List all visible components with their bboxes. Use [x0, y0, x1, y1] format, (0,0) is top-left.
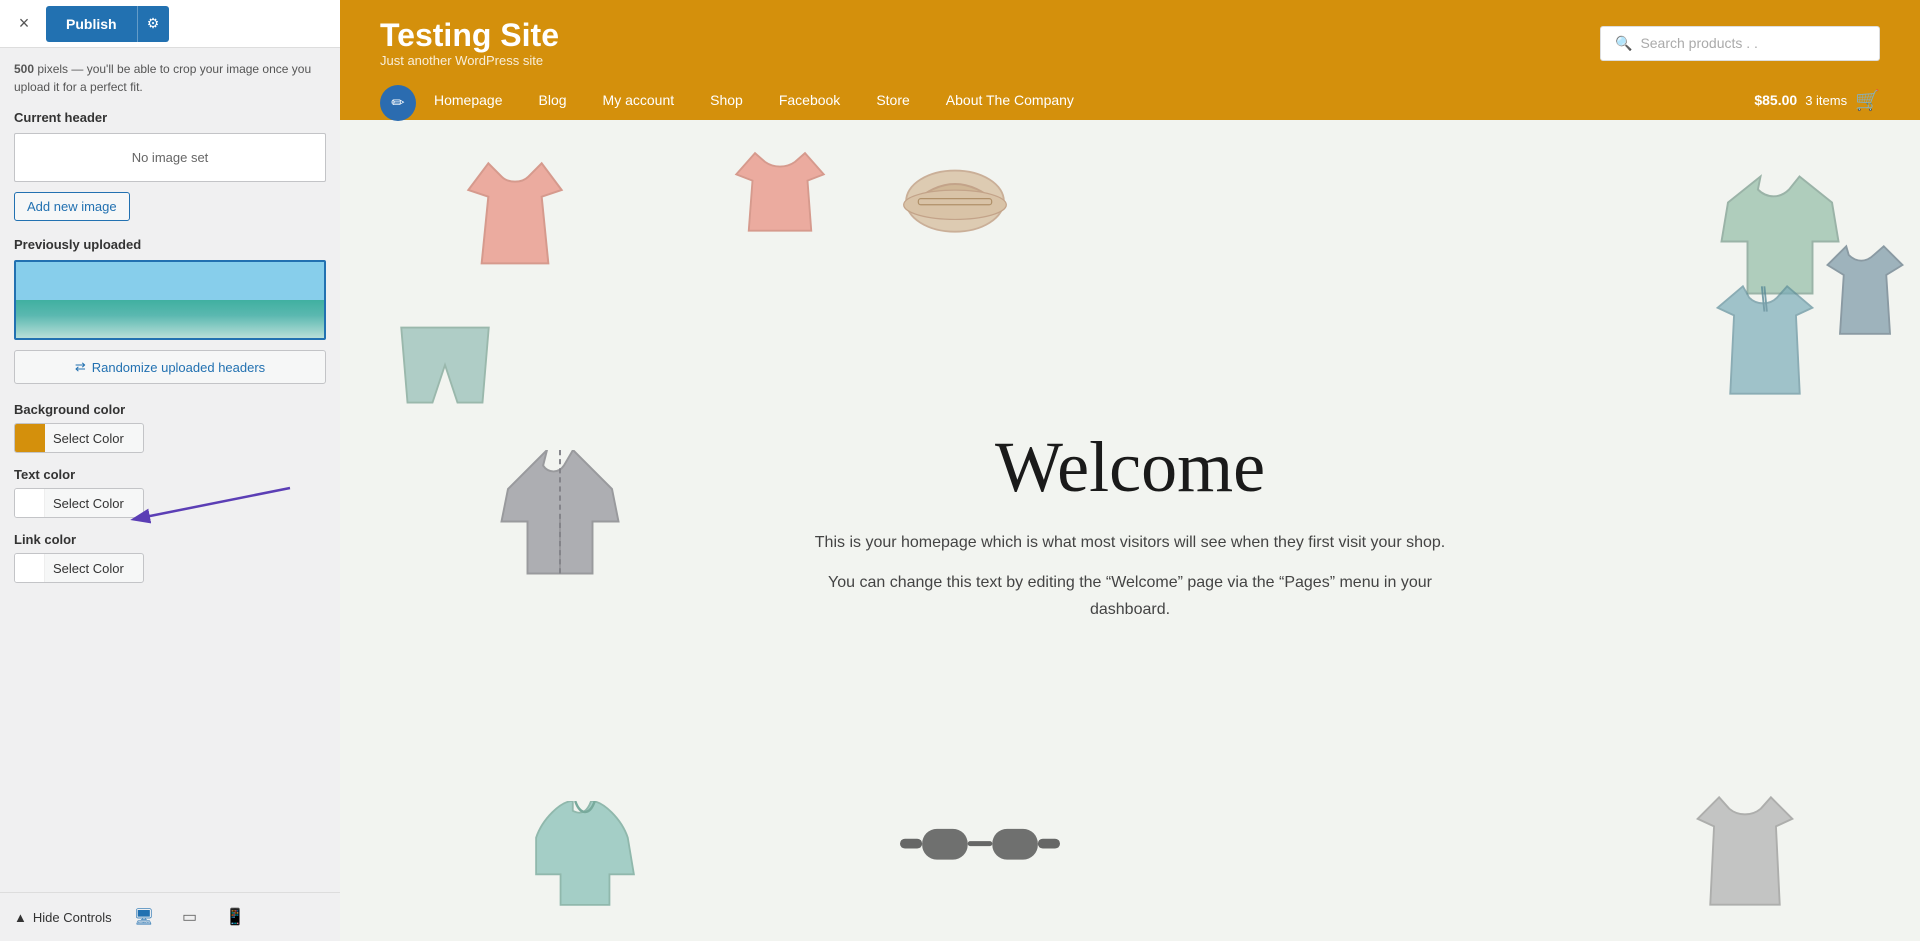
- close-button[interactable]: ×: [10, 10, 38, 38]
- clothing-item-8: [1710, 280, 1820, 400]
- site-title: Testing Site: [380, 18, 559, 53]
- clothing-item-10: [900, 811, 1060, 891]
- welcome-text-2: You can change this text by editing the …: [810, 569, 1450, 623]
- clothing-item-5: [1820, 240, 1910, 340]
- welcome-title: Welcome: [810, 426, 1450, 509]
- link-color-section: Link color Select Color: [14, 532, 326, 583]
- link-color-button[interactable]: Select Color: [14, 553, 144, 583]
- nav-item-blog[interactable]: Blog: [521, 80, 585, 120]
- background-color-swatch: [15, 423, 45, 453]
- welcome-text-1: This is your homepage which is what most…: [810, 529, 1450, 556]
- clothing-item-11: [1690, 791, 1800, 911]
- text-color-section: Text color Select Color: [14, 467, 326, 518]
- current-header-label: Current header: [14, 110, 326, 125]
- edit-pencil-button[interactable]: ✏: [380, 85, 416, 121]
- site-header-top: Testing Site Just another WordPress site…: [380, 18, 1880, 68]
- hide-controls-label: Hide Controls: [33, 910, 112, 925]
- bottom-bar: ▲ Hide Controls 🖥 ▭ 📱: [0, 892, 340, 941]
- randomize-icon: ⇄: [75, 359, 86, 375]
- clothing-item-2: [730, 140, 830, 240]
- mobile-icon: 📱: [225, 909, 245, 926]
- customizer-panel: × Publish ⚙ 500 pixels — you'll be able …: [0, 0, 340, 941]
- clothing-item-3: [900, 150, 1010, 240]
- search-icon: 🔍: [1615, 35, 1632, 52]
- tablet-icon: ▭: [182, 909, 197, 926]
- site-preview: Testing Site Just another WordPress site…: [340, 0, 1920, 941]
- cart-area: $85.00 3 items 🛒: [1754, 88, 1880, 113]
- previously-uploaded-image[interactable]: [14, 260, 326, 340]
- gear-icon: ⚙: [147, 15, 160, 32]
- cart-icon[interactable]: 🛒: [1855, 88, 1880, 113]
- clothing-item-6: [395, 320, 495, 410]
- nav-item-homepage[interactable]: Homepage: [416, 80, 521, 120]
- background-color-section: Background color Select Color: [14, 402, 326, 453]
- randomize-button[interactable]: ⇄ Randomize uploaded headers: [14, 350, 326, 384]
- site-header: Testing Site Just another WordPress site…: [340, 0, 1920, 120]
- add-image-button[interactable]: Add new image: [14, 192, 130, 221]
- panel-content: 500 pixels — you'll be able to crop your…: [0, 48, 340, 892]
- text-color-button[interactable]: Select Color: [14, 488, 144, 518]
- site-nav: Homepage Blog My account Shop Facebook S…: [416, 80, 1092, 120]
- site-tagline: Just another WordPress site: [380, 53, 559, 68]
- settings-button[interactable]: ⚙: [137, 6, 169, 42]
- background-color-label: Background color: [14, 402, 326, 417]
- search-placeholder: Search products . .: [1640, 35, 1758, 51]
- panel-note: 500 pixels — you'll be able to crop your…: [14, 60, 326, 96]
- background-select-label: Select Color: [45, 431, 132, 446]
- publish-button[interactable]: Publish: [46, 6, 137, 42]
- nav-item-facebook[interactable]: Facebook: [761, 80, 858, 120]
- clothing-item-1: [460, 150, 570, 270]
- nav-item-store[interactable]: Store: [858, 80, 927, 120]
- clothing-item-7: [500, 450, 620, 580]
- desktop-view-button[interactable]: 🖥: [128, 903, 160, 931]
- welcome-section: Welcome This is your homepage which is w…: [810, 426, 1450, 635]
- site-title-block: Testing Site Just another WordPress site: [380, 18, 559, 68]
- tablet-view-button[interactable]: ▭: [176, 903, 203, 931]
- randomize-label: Randomize uploaded headers: [92, 360, 265, 375]
- mobile-view-button[interactable]: 📱: [219, 903, 251, 931]
- search-box[interactable]: 🔍 Search products . .: [1600, 26, 1880, 61]
- text-color-swatch: [15, 488, 45, 518]
- close-icon: ×: [19, 13, 30, 34]
- cart-items-label: 3 items: [1805, 93, 1847, 108]
- clothing-item-9: [535, 801, 635, 911]
- previously-uploaded-label: Previously uploaded: [14, 237, 326, 252]
- publish-group: Publish ⚙: [46, 6, 169, 42]
- top-bar: × Publish ⚙: [0, 0, 340, 48]
- nav-item-myaccount[interactable]: My account: [585, 80, 693, 120]
- text-color-label: Text color: [14, 467, 326, 482]
- link-select-label: Select Color: [45, 561, 132, 576]
- chevron-up-icon: ▲: [14, 910, 27, 925]
- site-main: Welcome This is your homepage which is w…: [340, 120, 1920, 941]
- nav-item-about[interactable]: About The Company: [928, 80, 1092, 120]
- hide-controls-button[interactable]: ▲ Hide Controls: [14, 910, 112, 925]
- cart-price[interactable]: $85.00: [1754, 92, 1797, 108]
- link-color-label: Link color: [14, 532, 326, 547]
- no-image-box: No image set: [14, 133, 326, 182]
- background-color-button[interactable]: Select Color: [14, 423, 144, 453]
- link-color-swatch: [15, 553, 45, 583]
- nav-item-shop[interactable]: Shop: [692, 80, 761, 120]
- text-select-label: Select Color: [45, 496, 132, 511]
- desktop-icon: 🖥: [134, 909, 154, 926]
